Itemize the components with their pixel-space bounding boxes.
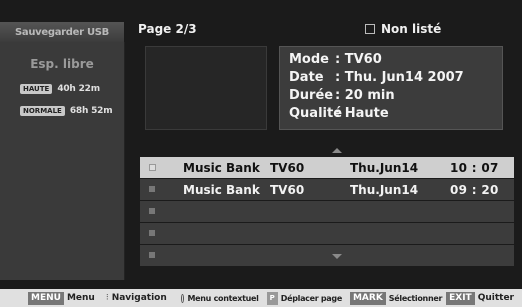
list-item[interactable] — [140, 245, 514, 266]
quality-badge: NORMALE — [20, 106, 65, 116]
quality-value: : Haute — [335, 106, 389, 121]
free-space-panel: Esp. libre HAUTE 40h 22m NORMALE 68h 52m — [0, 42, 125, 280]
checkbox-icon[interactable] — [149, 208, 155, 214]
checkbox-icon[interactable] — [149, 164, 156, 171]
list-item[interactable]: Music Bank TV60 Thu.Jun14 10 : 07 — [140, 157, 514, 178]
item-channel: TV60 — [270, 182, 305, 197]
mode-label: Mode — [289, 52, 329, 67]
tab-label: Sauvegarder USB — [14, 26, 109, 38]
free-time: 40h 22m — [57, 84, 100, 94]
context-menu-label: Menu contextuel — [187, 293, 259, 303]
checkbox-icon[interactable] — [149, 252, 155, 258]
list-item[interactable] — [140, 201, 514, 222]
mark-key[interactable]: MARK — [349, 291, 386, 305]
item-title: Music Bank — [183, 182, 260, 197]
preview-thumbnail — [145, 46, 267, 130]
item-time: 09 : 20 — [450, 182, 499, 197]
quality-badge: HAUTE — [20, 84, 53, 94]
checkbox-icon[interactable] — [149, 230, 155, 236]
move-page-label: Déplacer page — [280, 293, 343, 303]
tab-sauvegarder-usb[interactable]: Sauvegarder USB — [0, 22, 124, 42]
duration-value: : 20 min — [335, 88, 395, 103]
menu-label: Menu — [66, 293, 95, 303]
recording-list: Music Bank TV60 Thu.Jun14 10 : 07 Music … — [140, 157, 514, 267]
navigation-label: Navigation — [111, 293, 167, 303]
quality-row-normal: NORMALE 68h 52m — [20, 106, 113, 116]
exit-key[interactable]: EXIT — [446, 291, 475, 305]
non-liste-filter[interactable]: Non listé — [365, 22, 441, 36]
top-bar — [0, 0, 522, 22]
list-item[interactable] — [140, 223, 514, 244]
page-move-key[interactable]: P — [266, 291, 278, 305]
select-label: Sélectionner — [388, 293, 443, 303]
scroll-up-arrow[interactable] — [332, 148, 342, 153]
page-indicator: Page 2/3 — [138, 22, 197, 36]
quality-row-high: HAUTE 40h 22m — [20, 84, 100, 94]
item-channel: TV60 — [270, 160, 305, 175]
quit-label: Quitter — [477, 293, 514, 303]
date-value: : Thu. Jun14 2007 — [335, 70, 464, 85]
filter-label: Non listé — [381, 22, 442, 36]
checkbox-icon[interactable] — [149, 186, 155, 192]
free-space-title: Esp. libre — [30, 57, 94, 71]
checkbox-icon[interactable] — [365, 24, 375, 34]
free-time: 68h 52m — [69, 106, 113, 116]
menu-key[interactable]: MENU — [28, 291, 64, 305]
item-title: Music Bank — [183, 160, 260, 175]
item-time: 10 : 07 — [450, 160, 499, 175]
item-date: Thu.Jun14 — [350, 160, 419, 175]
recording-info-panel: Mode : TV60 Date : Thu. Jun14 2007 Durée… — [279, 46, 503, 130]
navigation-icon: ⁝ — [105, 293, 109, 303]
list-item[interactable]: Music Bank TV60 Thu.Jun14 09 : 20 — [140, 179, 514, 200]
mode-value: : TV60 — [335, 52, 382, 67]
duration-label: Durée — [289, 88, 334, 103]
item-date: Thu.Jun14 — [350, 182, 419, 197]
footer-help-bar: MENU Menu ⁝ Navigation Menu contextuel P… — [0, 289, 522, 307]
scroll-down-arrow[interactable] — [332, 254, 342, 259]
ok-icon — [180, 293, 184, 303]
date-label: Date — [289, 70, 324, 85]
